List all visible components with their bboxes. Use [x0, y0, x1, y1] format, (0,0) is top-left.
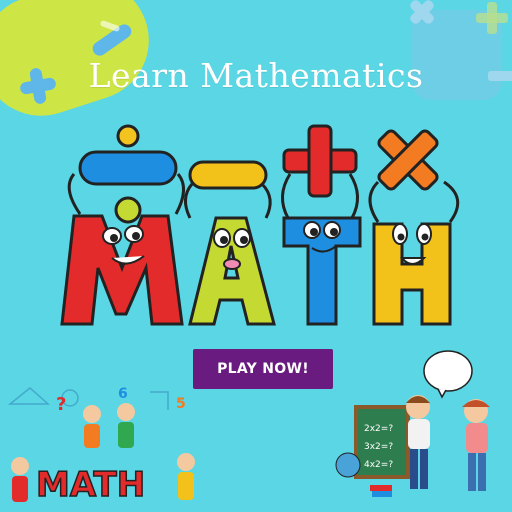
- globe-icon: [335, 452, 361, 478]
- svg-text:3x2=?: 3x2=?: [364, 442, 393, 452]
- letter-a: [188, 216, 276, 326]
- letter-t: [282, 216, 362, 326]
- page-title: Learn Mathematics: [88, 56, 424, 95]
- svg-text:6: 6: [118, 386, 128, 402]
- letter-m: [60, 214, 184, 326]
- kids-illustration-right: 2x2=? 3x2=? 4x2=?: [335, 350, 490, 497]
- kids-illustration-left: ? 6 5 MATH: [7, 386, 195, 506]
- kid-figure: [117, 403, 135, 448]
- kid-figure: [177, 453, 195, 500]
- multiply-icon: [100, 20, 120, 32]
- speech-bubble-icon: [423, 350, 473, 399]
- letter-h: [372, 222, 452, 326]
- kid-figure: [83, 405, 101, 448]
- minus-icon: [188, 160, 268, 190]
- svg-text:4x2=?: 4x2=?: [364, 460, 393, 470]
- chalkboard: 2x2=? 3x2=? 4x2=?: [354, 405, 410, 479]
- multiply-icon: [377, 129, 439, 191]
- svg-text:?: ?: [56, 394, 66, 415]
- kid-figure: [462, 399, 490, 491]
- small-math-logo: MATH: [36, 465, 145, 505]
- math-logo: [60, 124, 460, 326]
- svg-text:5: 5: [176, 396, 186, 412]
- divide-icon: [78, 124, 178, 224]
- plus-icon: [282, 124, 358, 198]
- play-now-button[interactable]: PLAY NOW!: [193, 349, 333, 389]
- svg-text:2x2=?: 2x2=?: [364, 424, 393, 434]
- kid-figure: [11, 457, 29, 502]
- books-icon: [370, 485, 392, 497]
